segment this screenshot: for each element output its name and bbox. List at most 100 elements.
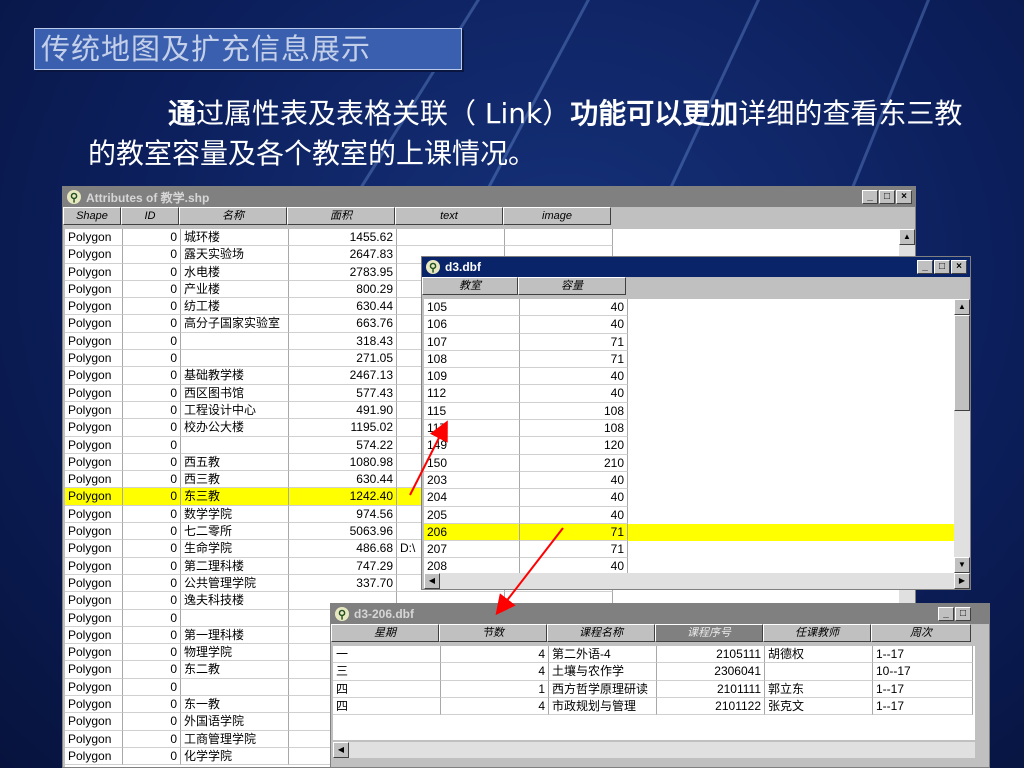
column-header[interactable]: 容量 xyxy=(518,277,626,295)
table-cell: 2306041 xyxy=(657,663,765,681)
scroll-up-arrow-icon[interactable]: ▲ xyxy=(899,229,915,245)
table-cell: 0 xyxy=(123,436,181,454)
column-header[interactable]: 周次 xyxy=(871,624,971,642)
table-row[interactable]: Polygon 0 城环楼 1455.62 xyxy=(65,229,899,247)
scroll-down-arrow-icon[interactable]: ▼ xyxy=(954,557,970,573)
d3-206-titlebar[interactable]: ⚲ d3-206.dbf _ □ xyxy=(331,604,989,624)
d3-206-hscrollbar[interactable]: ◀ xyxy=(333,742,975,758)
table-cell: 0 xyxy=(123,540,181,558)
table-cell: 107 xyxy=(424,333,520,351)
maximize-button[interactable]: □ xyxy=(879,190,895,204)
magnifier-icon: ⚲ xyxy=(335,607,349,621)
column-header[interactable]: 课程序号 xyxy=(655,624,763,642)
body-text-2: ） xyxy=(542,97,571,130)
table-cell: Polygon xyxy=(65,367,123,385)
table-cell: 40 xyxy=(520,471,628,490)
table-cell: 40 xyxy=(520,385,628,403)
table-cell: 205 xyxy=(424,506,520,524)
table-cell: 张克文 xyxy=(765,697,873,716)
close-button[interactable]: × xyxy=(951,260,967,274)
table-cell: 105 xyxy=(424,299,520,317)
scroll-thumb[interactable] xyxy=(954,315,970,411)
table-row[interactable]: 四 4 市政规划与管理 2101122 张克文 1--17 xyxy=(333,697,975,716)
table-row[interactable]: 117 108 xyxy=(424,420,954,438)
table-row[interactable]: 109 40 xyxy=(424,368,954,386)
table-cell: 1080.98 xyxy=(289,453,397,472)
table-row[interactable]: 108 71 xyxy=(424,350,954,369)
table-cell: Polygon xyxy=(65,592,123,610)
table-cell: 115 xyxy=(424,402,520,421)
d3-206-window[interactable]: ⚲ d3-206.dbf _ □ 星期 节数 课程名称 课程序号 任课教师 周次 一 4 第二… xyxy=(330,603,990,768)
column-header[interactable]: text xyxy=(395,207,503,225)
close-button[interactable]: × xyxy=(896,190,912,204)
scroll-left-arrow-icon[interactable]: ◀ xyxy=(333,742,349,758)
d3-window[interactable]: ⚲ d3.dbf _ □ × 教室 容量 105 40 106 40 107 71 108 71… xyxy=(421,256,971,590)
column-header[interactable]: Shape xyxy=(63,207,121,225)
table-row[interactable]: 208 40 xyxy=(424,558,954,573)
column-header[interactable]: 教室 xyxy=(422,277,518,295)
column-header[interactable]: 课程名称 xyxy=(547,624,655,642)
scroll-up-arrow-icon[interactable]: ▲ xyxy=(954,299,970,315)
table-row[interactable]: 106 40 xyxy=(424,316,954,334)
column-header[interactable]: image xyxy=(503,207,611,225)
table-cell: 71 xyxy=(520,541,628,559)
table-row[interactable]: 一 4 第二外语-4 2105111 胡德权 1--17 xyxy=(333,646,975,664)
maximize-button[interactable]: □ xyxy=(955,607,971,621)
scroll-left-arrow-icon[interactable]: ◀ xyxy=(424,573,440,589)
table-row[interactable]: 三 4 土壤与农作学 2306041 10--17 xyxy=(333,663,975,681)
table-row[interactable]: 149 120 xyxy=(424,437,954,455)
table-cell: 1--17 xyxy=(873,680,973,698)
table-row-selected[interactable]: 206 71 xyxy=(424,523,954,542)
column-header[interactable]: 名称 xyxy=(179,207,287,225)
table-cell: Polygon xyxy=(65,609,123,627)
table-cell: 108 xyxy=(424,350,520,369)
table-cell: 4 xyxy=(441,646,549,664)
table-cell: 土壤与农作学 xyxy=(549,663,657,681)
column-header[interactable]: 节数 xyxy=(439,624,547,642)
table-row[interactable]: 四 1 西方哲学原理研读 2101111 郭立东 1--17 xyxy=(333,680,975,698)
d3-206-table[interactable]: 一 4 第二外语-4 2105111 胡德权 1--17 三 4 土壤与农作学 2306041 10… xyxy=(333,646,975,740)
magnifier-icon: ⚲ xyxy=(67,190,81,204)
table-row[interactable]: 204 40 xyxy=(424,489,954,507)
d3-titlebar[interactable]: ⚲ d3.dbf _ □ × xyxy=(422,257,970,277)
column-header[interactable]: 面积 xyxy=(287,207,395,225)
table-row[interactable]: 203 40 xyxy=(424,471,954,490)
table-cell xyxy=(181,609,289,627)
minimize-button[interactable]: _ xyxy=(938,607,954,621)
attributes-titlebar[interactable]: ⚲ Attributes of 教学.shp _ □ × xyxy=(63,187,915,207)
table-cell: 四 xyxy=(333,680,441,698)
table-cell: 外国语学院 xyxy=(181,713,289,731)
table-row[interactable]: 150 210 xyxy=(424,454,954,472)
table-row[interactable]: 112 40 xyxy=(424,385,954,403)
minimize-button[interactable]: _ xyxy=(862,190,878,204)
minimize-button[interactable]: _ xyxy=(917,260,933,274)
column-header[interactable]: ID xyxy=(121,207,179,225)
d3-hscrollbar[interactable]: ◀ ▶ xyxy=(424,573,970,589)
column-header[interactable]: 任课教师 xyxy=(763,624,871,642)
table-cell: 2101122 xyxy=(657,697,765,716)
table-row[interactable]: 207 71 xyxy=(424,541,954,559)
table-cell: 0 xyxy=(123,471,181,489)
table-cell: Polygon xyxy=(65,661,123,679)
table-row[interactable]: 115 108 xyxy=(424,402,954,421)
table-cell: 40 xyxy=(520,558,628,573)
table-cell: 318.43 xyxy=(289,332,397,351)
table-row[interactable]: 205 40 xyxy=(424,506,954,524)
table-row[interactable]: 107 71 xyxy=(424,333,954,351)
table-cell: 1--17 xyxy=(873,697,973,716)
d3-scrollbar[interactable]: ▲ ▼ xyxy=(954,299,970,573)
table-cell: 337.70 xyxy=(289,574,397,593)
maximize-button[interactable]: □ xyxy=(934,260,950,274)
table-cell: 210 xyxy=(520,454,628,472)
d3-table[interactable]: 105 40 106 40 107 71 108 71 109 40 112 40 115 108 117 1… xyxy=(424,299,954,573)
scroll-right-arrow-icon[interactable]: ▶ xyxy=(954,573,970,589)
table-row[interactable]: 105 40 xyxy=(424,299,954,317)
table-cell: 1--17 xyxy=(873,646,973,664)
table-cell: 基础教学楼 xyxy=(181,367,289,385)
attributes-header: Shape ID 名称 面积 text image xyxy=(63,207,915,225)
table-cell: 10--17 xyxy=(873,663,973,681)
table-cell: 663.76 xyxy=(289,315,397,333)
table-cell: 0 xyxy=(123,367,181,385)
column-header[interactable]: 星期 xyxy=(331,624,439,642)
body-link: Link xyxy=(476,97,543,130)
